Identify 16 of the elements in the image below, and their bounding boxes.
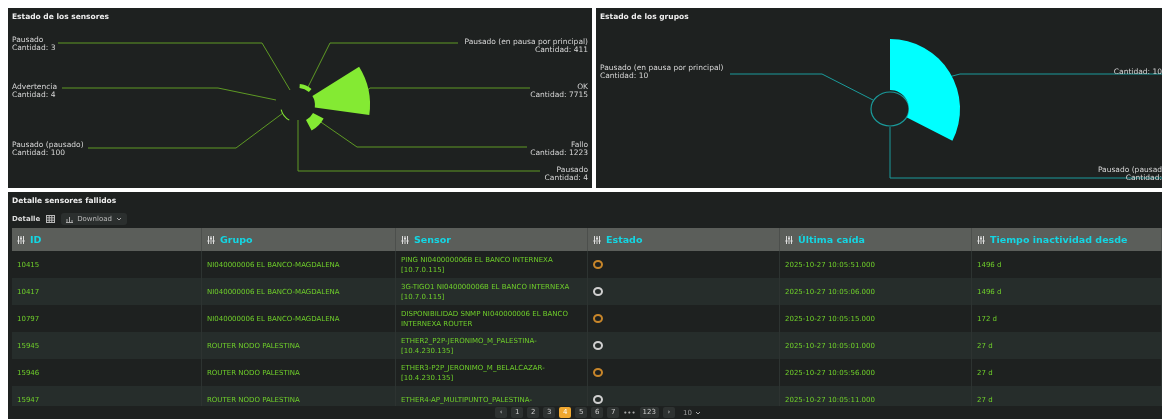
filter-icon[interactable] [207,235,215,244]
grid-icon[interactable] [46,215,56,223]
filter-icon[interactable] [785,235,793,244]
caret-icon [116,217,122,221]
column-header-label: Estado [606,234,643,245]
caret-icon [694,410,701,415]
column-header-label: ID [30,234,42,245]
filter-icon[interactable] [17,235,25,244]
column-header-label: Sensor [414,234,451,245]
column-header-label: Grupo [220,234,253,245]
chart-icon [66,215,74,223]
filter-icon[interactable] [593,235,601,244]
filter-icon[interactable] [401,235,409,244]
column-header-label: Última caída [798,234,865,245]
filter-icon[interactable] [977,235,985,244]
column-header-label: Tiempo inactividad desde [990,234,1128,245]
